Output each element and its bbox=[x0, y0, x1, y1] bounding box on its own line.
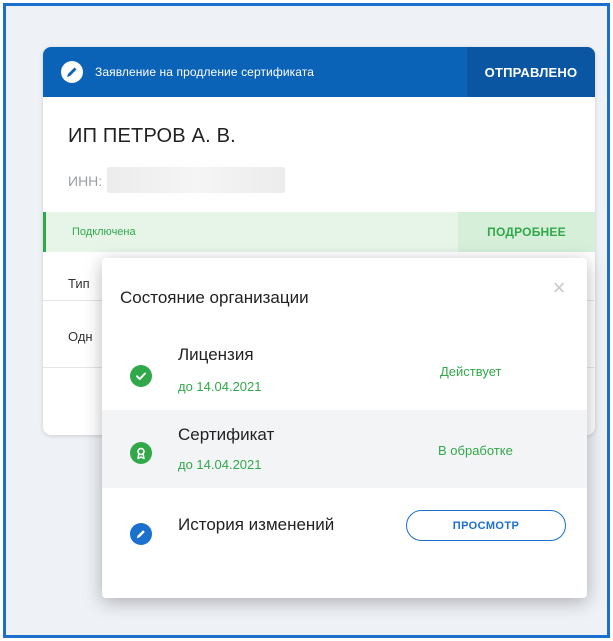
certificate-state: В обработке bbox=[438, 443, 513, 458]
certificate-badge-icon bbox=[130, 442, 152, 464]
license-state: Действует bbox=[440, 364, 502, 379]
history-row: История изменений ПРОСМОТР bbox=[102, 488, 587, 568]
details-button[interactable]: ПОДРОБНЕЕ bbox=[458, 212, 595, 252]
connection-status-row: Подключена ПОДРОБНЕЕ bbox=[43, 212, 595, 252]
certificate-row: Сертификат до 14.04.2021 В обработке bbox=[102, 410, 587, 488]
license-row: Лицензия до 14.04.2021 Действует bbox=[102, 330, 587, 410]
status-badge: ОТПРАВЛЕНО bbox=[467, 47, 595, 97]
license-date: до 14.04.2021 bbox=[178, 379, 262, 394]
inn-label: ИНН: bbox=[68, 173, 103, 189]
check-circle-icon bbox=[130, 365, 152, 387]
license-label: Лицензия bbox=[178, 345, 254, 364]
card-header-title: Заявление на продление сертификата bbox=[95, 65, 314, 79]
popup-title: Состояние организации bbox=[120, 288, 309, 307]
edit-pencil-icon bbox=[61, 61, 83, 83]
card-header: Заявление на продление сертификата ОТПРА… bbox=[43, 47, 595, 97]
inn-value-redacted bbox=[107, 167, 285, 193]
view-history-button[interactable]: ПРОСМОТР bbox=[406, 510, 566, 541]
certificate-label: Сертификат bbox=[178, 425, 275, 444]
edit-pencil-icon bbox=[130, 523, 152, 545]
connection-status-text: Подключена bbox=[72, 226, 136, 238]
type-row-label: Тип bbox=[68, 276, 90, 291]
close-icon[interactable]: × bbox=[549, 277, 569, 299]
organization-name: ИП ПЕТРОВ А. В. bbox=[68, 125, 236, 147]
second-row-label: Одн bbox=[68, 329, 93, 344]
history-label: История изменений bbox=[178, 515, 335, 534]
certificate-date: до 14.04.2021 bbox=[178, 457, 262, 472]
organization-status-popup: Состояние организации × Лицензия до 14.0… bbox=[102, 258, 587, 598]
